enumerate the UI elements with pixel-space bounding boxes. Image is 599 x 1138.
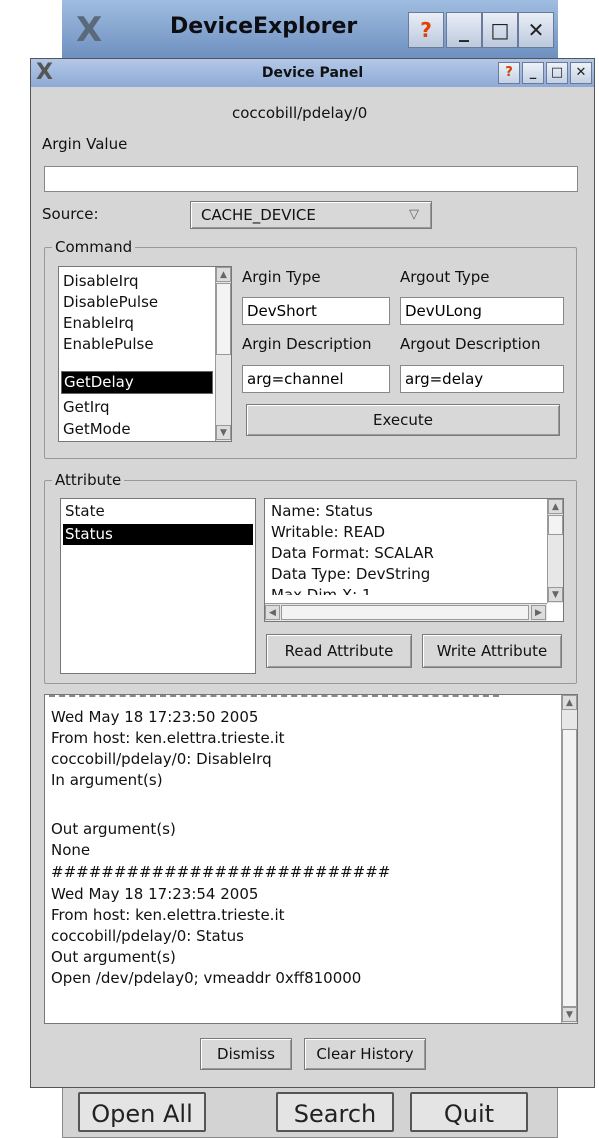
history-line: None [51,841,91,859]
history-line: Out argument(s) [51,820,176,838]
dialog-close-button[interactable]: ✕ [570,62,592,84]
argin-description-label: Argin Description [242,335,372,353]
search-button[interactable]: Search [276,1092,394,1132]
history-clipped-line [49,695,499,699]
history-line: Wed May 18 17:23:50 2005 [51,708,259,726]
scroll-thumb[interactable] [216,283,231,355]
attribute-info-line: Data Format: SCALAR [271,544,434,562]
dialog-maximize-button[interactable]: □ [546,62,568,84]
scroll-down-icon[interactable]: ▼ [548,587,563,602]
command-item-selected[interactable]: GetDelay [61,371,213,394]
scroll-down-icon[interactable]: ▼ [216,425,231,440]
history-line: ########################### [51,863,391,881]
argin-type-field[interactable]: DevShort [242,297,390,325]
argout-type-label: Argout Type [400,268,490,286]
command-item[interactable]: DisablePulse [61,292,158,313]
scroll-up-icon[interactable]: ▲ [548,499,563,514]
command-item[interactable]: EnablePulse [61,334,154,355]
attribute-info-box[interactable]: Name: Status Writable: READ Data Format:… [264,498,564,622]
help-button[interactable]: ? [408,12,444,48]
argout-description-label: Argout Description [400,335,541,353]
chevron-down-icon: ▽ [409,207,419,222]
source-label: Source: [42,205,99,223]
attribute-info-line: Writable: READ [271,523,386,541]
quit-button[interactable]: Quit [410,1092,528,1132]
history-line: coccobill/pdelay/0: Status [51,927,244,945]
attribute-info-vscrollbar[interactable]: ▲ ▼ [547,499,563,603]
attribute-list[interactable]: State Status [60,498,256,674]
argin-value-input[interactable] [44,166,578,192]
attribute-info-line: Max Dim X: 1 [271,586,372,595]
attribute-info-hscrollbar[interactable]: ◀ ▶ [265,603,547,621]
open-all-button[interactable]: Open All [78,1092,206,1132]
command-list[interactable]: DisableIrq DisablePulse EnableIrq Enable… [58,266,232,442]
device-name-label: coccobill/pdelay/0 [232,104,368,122]
argout-description-field[interactable]: arg=delay [400,365,564,393]
write-attribute-button[interactable]: Write Attribute [422,634,562,668]
attribute-legend: Attribute [52,471,125,489]
argin-value-label: Argin Value [42,135,128,153]
command-legend: Command [52,238,136,256]
history-line: In argument(s) [51,771,163,789]
read-attribute-button[interactable]: Read Attribute [266,634,412,668]
scroll-up-icon[interactable]: ▲ [216,267,231,282]
history-line: Wed May 18 17:23:54 2005 [51,885,259,903]
command-list-scrollbar[interactable]: ▲ ▼ [215,267,231,441]
command-item[interactable]: DisableIrq [61,271,139,292]
command-item[interactable]: GetMode [61,419,131,440]
history-line: From host: ken.elettra.trieste.it [51,906,285,924]
scroll-left-icon[interactable]: ◀ [265,605,280,620]
dismiss-button[interactable]: Dismiss [200,1038,292,1070]
argin-type-label: Argin Type [242,268,321,286]
scroll-thumb[interactable] [562,729,577,1007]
app-logo-icon: X [76,10,103,50]
dialog-help-button[interactable]: ? [498,62,520,84]
scroll-thumb[interactable] [548,515,563,535]
attribute-info-line: Data Type: DevString [271,565,431,583]
attribute-item[interactable]: State [63,501,105,522]
source-value: CACHE_DEVICE [201,206,316,224]
dialog-minimize-button[interactable]: _ [522,62,544,84]
command-item[interactable]: EnableIrq [61,313,134,334]
clear-history-button[interactable]: Clear History [304,1038,426,1070]
dialog-window-icon: X [36,60,53,85]
history-scrollbar[interactable]: ▲ ▼ [561,695,577,1023]
scroll-thumb[interactable] [281,605,529,620]
maximize-button[interactable]: □ [482,12,518,48]
minimize-button[interactable]: _ [446,12,482,48]
scroll-right-icon[interactable]: ▶ [531,605,546,620]
argin-description-field[interactable]: arg=channel [242,365,390,393]
history-textarea[interactable]: Wed May 18 17:23:50 2005 From host: ken.… [44,694,578,1024]
history-line: coccobill/pdelay/0: DisableIrq [51,750,272,768]
command-item[interactable]: GetIrq [61,397,110,418]
device-explorer-title: DeviceExplorer [170,14,358,39]
attribute-info-line: Name: Status [271,502,373,520]
argout-type-field[interactable]: DevULong [400,297,564,325]
history-line: From host: ken.elettra.trieste.it [51,729,285,747]
history-line: Out argument(s) [51,948,176,966]
execute-button[interactable]: Execute [246,404,560,436]
close-button[interactable]: ✕ [518,12,554,48]
source-select[interactable]: CACHE_DEVICE ▽ [190,201,432,229]
history-line: Open /dev/pdelay0; vmeaddr 0xff810000 [51,969,362,987]
scroll-up-icon[interactable]: ▲ [562,695,577,710]
scroll-down-icon[interactable]: ▼ [562,1007,577,1022]
attribute-item-selected[interactable]: Status [63,524,253,545]
